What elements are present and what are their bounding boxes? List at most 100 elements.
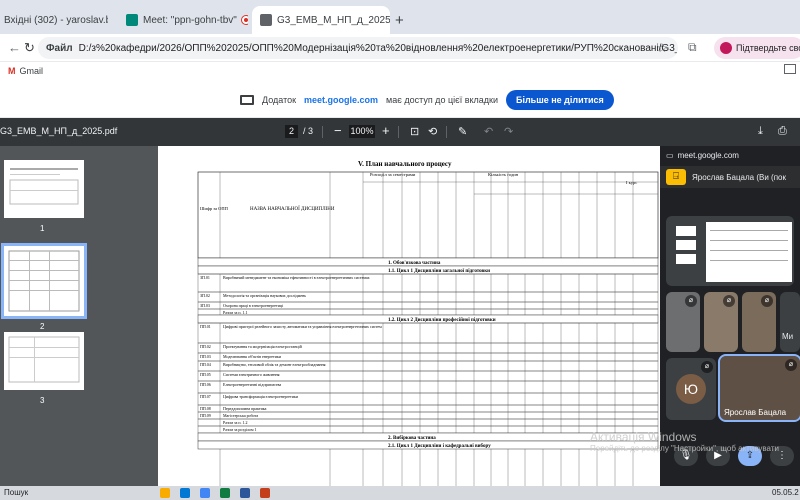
table-row bbox=[197, 404, 659, 413]
participant-tile: Ю ⌀ bbox=[666, 358, 716, 420]
bookmarks-bar: M Gmail bbox=[0, 62, 800, 80]
section-title: 1. Обов'язкова частина bbox=[388, 261, 441, 266]
all-bookmarks-icon[interactable] bbox=[784, 64, 796, 74]
row-code: ЗП.03 bbox=[200, 303, 210, 308]
row-name: Проектування та модернізація електростан… bbox=[223, 344, 303, 349]
profile-label: Підтвердьте свою bbox=[736, 43, 800, 53]
page-total: / 3 bbox=[303, 126, 314, 136]
avatar bbox=[720, 42, 732, 54]
gmail-icon: M bbox=[8, 66, 16, 76]
bookmark-star-icon[interactable]: ☆ bbox=[657, 41, 668, 55]
participant-tile: ⌀ bbox=[704, 292, 738, 352]
word-icon[interactable] bbox=[240, 488, 250, 498]
mic-off-icon: ⌀ bbox=[723, 295, 735, 307]
url-text: D:/з%20кафедри/2026/ОПП%202025/ОПП%20Мод… bbox=[78, 42, 678, 54]
address-bar-row: ← ↻ Файл D:/з%20кафедри/2026/ОПП%202025/… bbox=[0, 34, 800, 62]
thumbnail-page-3[interactable] bbox=[4, 332, 84, 390]
row-code: ПП.01 bbox=[200, 324, 211, 329]
row-name: Цифрова трансформація електроенергетики bbox=[223, 394, 299, 399]
windows-activation-watermark: Активація Windows bbox=[590, 430, 697, 444]
meet-url-bar: ▭ meet.google.com bbox=[660, 146, 800, 164]
mic-off-icon: ⌀ bbox=[785, 359, 797, 371]
tab-meet[interactable]: Meet: "ppn-gohn-tbv" ✕ bbox=[118, 6, 248, 34]
thumbnail-preview bbox=[8, 250, 80, 312]
thumbnail-preview bbox=[9, 168, 79, 205]
section-title: 1.2. Цикл 2 Дисципліни професійної підго… bbox=[388, 318, 496, 323]
extensions-icon[interactable]: ⧉ bbox=[688, 40, 697, 55]
file-explorer-icon[interactable] bbox=[160, 488, 170, 498]
leave-icon[interactable]: ⍈ bbox=[666, 169, 686, 185]
row-code: ПП.03 bbox=[200, 354, 211, 359]
shared-screen-preview bbox=[666, 216, 794, 286]
annotate-icon[interactable]: ✎ bbox=[458, 125, 467, 138]
url-field[interactable]: Файл D:/з%20кафедри/2026/ОПП%202025/ОПП%… bbox=[38, 37, 678, 59]
row-name: Електроенергетичні підприємства bbox=[223, 382, 281, 387]
redo-icon[interactable]: ↷ bbox=[504, 125, 513, 138]
pdf-toolbar: G3_ЕМВ_М_НП_д_2025.pdf 2 / 3 − 100% + ⊡ … bbox=[0, 118, 800, 146]
reload-icon[interactable]: ↻ bbox=[24, 40, 35, 56]
tab-pdf[interactable]: G3_ЕМВ_М_НП_д_2025.pdf ✕ bbox=[252, 6, 390, 34]
header-code: Шифр за ОПП bbox=[200, 206, 229, 211]
meet-icon bbox=[126, 14, 138, 26]
header-semesters: Розподіл за семестрами bbox=[370, 172, 416, 177]
row-code: ПП.02 bbox=[200, 344, 211, 349]
thumbnail-preview bbox=[8, 336, 80, 383]
row-name: Методологія та організація наукових досл… bbox=[223, 293, 306, 298]
row-code: ЗП.01 bbox=[200, 275, 210, 280]
row-name: Виробництво, тепловий облік та демонт ел… bbox=[223, 362, 326, 368]
pdf-thumbnail-sidebar: 1 2 3 bbox=[0, 146, 160, 486]
taskbar-clock: 05.05.2 bbox=[772, 488, 799, 497]
profile-button[interactable]: Підтвердьте свою bbox=[714, 37, 800, 59]
chrome-icon[interactable] bbox=[200, 488, 210, 498]
pdf-filename: G3_ЕМВ_М_НП_д_2025.pdf bbox=[0, 126, 118, 136]
tab-label: Meet: "ppn-gohn-tbv" bbox=[143, 14, 237, 26]
camera-icon: ▭ bbox=[666, 150, 674, 160]
taskbar-search[interactable]: Пошук bbox=[4, 488, 28, 497]
self-view-tile: ⌀ Ярослав Бацала bbox=[718, 354, 800, 422]
powerpoint-icon[interactable] bbox=[260, 488, 270, 498]
zoom-input[interactable]: 100% bbox=[349, 125, 375, 138]
new-tab-icon[interactable]: + bbox=[395, 12, 404, 29]
back-icon[interactable]: ← bbox=[8, 40, 21, 55]
row-code: ПП.06 bbox=[200, 382, 211, 387]
rotate-icon[interactable]: ⟲ bbox=[428, 125, 437, 138]
excel-icon[interactable] bbox=[220, 488, 230, 498]
doc-title: V. План навчального процесу bbox=[358, 160, 452, 168]
participant-initial: Ми bbox=[782, 332, 794, 341]
participant-tile: ⌀ bbox=[666, 292, 700, 352]
screen-preview bbox=[676, 222, 792, 282]
thumbnail-page-1[interactable] bbox=[4, 160, 84, 218]
undo-icon[interactable]: ↶ bbox=[484, 125, 493, 138]
table-row bbox=[197, 411, 659, 420]
row-code: ПП.05 bbox=[200, 372, 211, 377]
presenter-name: Ярослав Бацала (Ви (пок bbox=[692, 172, 786, 182]
screen-share-icon bbox=[240, 95, 254, 105]
stop-sharing-button[interactable]: Більше не ділитися bbox=[505, 90, 614, 110]
row-name: Разом за п. 1.1 bbox=[223, 310, 248, 315]
table-header-border bbox=[197, 171, 659, 259]
bookmark-gmail[interactable]: M Gmail bbox=[8, 66, 43, 76]
section-title: 1.1. Цикл 1 Дисципліни загальної підгото… bbox=[388, 269, 490, 274]
avatar: Ю bbox=[676, 374, 706, 404]
thumbnail-number: 1 bbox=[40, 224, 45, 233]
print-icon[interactable]: ⎙ bbox=[778, 125, 787, 138]
zoom-in-icon[interactable]: + bbox=[382, 123, 390, 138]
row-name: Разом за розділом 1 bbox=[223, 427, 256, 432]
row-code: ПП.04 bbox=[200, 362, 211, 367]
table-row bbox=[197, 418, 659, 427]
tab-gmail[interactable]: Вхідні (302) - yaroslav.batsala@ ✕ bbox=[0, 6, 108, 34]
section-title: 2.1. Цикл 1 Дисципліни і кафедральні виб… bbox=[388, 444, 491, 449]
page-number-input[interactable]: 2 bbox=[285, 125, 298, 138]
row-name: Переддипломна практика bbox=[223, 406, 267, 411]
row-name: Охорона праці в електроенергетиці bbox=[223, 303, 284, 308]
windows-taskbar: Пошук 05.05.2 bbox=[0, 486, 800, 500]
edge-icon[interactable] bbox=[180, 488, 190, 498]
bookmark-label: Gmail bbox=[19, 66, 44, 76]
mic-off-icon: ⌀ bbox=[701, 361, 713, 373]
download-icon[interactable]: ⤓ bbox=[758, 125, 763, 138]
zoom-out-icon[interactable]: − bbox=[334, 123, 342, 138]
thumbnail-number: 3 bbox=[40, 396, 45, 405]
row-code: ЗП.02 bbox=[200, 293, 210, 298]
fit-page-icon[interactable]: ⊡ bbox=[410, 125, 419, 138]
thumbnail-page-2[interactable] bbox=[1, 243, 87, 319]
